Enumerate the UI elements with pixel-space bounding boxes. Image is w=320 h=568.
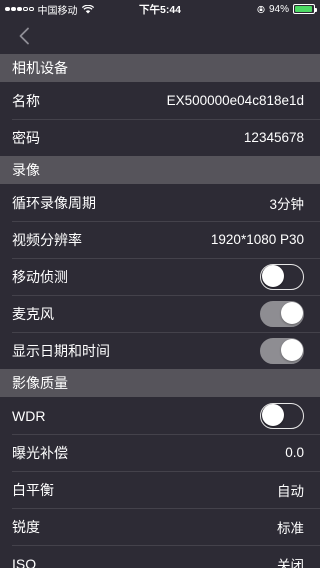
motion-detection-toggle[interactable] <box>260 263 304 290</box>
video-resolution-value: 1920*1080 P30 <box>210 232 304 247</box>
row-password[interactable]: 密码 12345678 <box>0 119 320 156</box>
sharpness-value: 标准 <box>277 520 304 536</box>
chevron-left-icon <box>19 27 29 45</box>
exposure-compensation-value: 0.0 <box>285 445 304 460</box>
toggle-knob <box>280 339 303 361</box>
settings-screen: 中国移动 下午5:44 94% 相机设备 名称 EX500000e04c818e… <box>0 0 320 568</box>
exposure-compensation-label: 曝光补偿 <box>12 444 68 461</box>
section-header-recording: 录像 <box>0 156 320 184</box>
row-motion-detection: 移动侦测 <box>0 258 320 295</box>
password-value: 12345678 <box>243 130 304 145</box>
battery-percent: 94% <box>268 3 289 15</box>
wifi-icon <box>81 4 94 13</box>
row-exposure-compensation[interactable]: 曝光补偿 0.0 <box>0 434 320 471</box>
nav-bar <box>0 18 320 54</box>
video-resolution-label: 视频分辨率 <box>12 231 82 248</box>
loop-recording-value: 3分钟 <box>269 196 304 212</box>
white-balance-label: 白平衡 <box>12 481 54 498</box>
battery-icon <box>293 4 317 14</box>
show-datetime-label: 显示日期和时间 <box>12 342 110 359</box>
signal-strength-icon <box>5 6 34 12</box>
battery-level-fill <box>295 6 312 12</box>
iso-value: 关闭 <box>277 557 304 568</box>
row-loop-recording[interactable]: 循环录像周期 3分钟 <box>0 184 320 221</box>
toggle-knob <box>261 265 284 287</box>
microphone-label: 麦克风 <box>12 305 54 322</box>
carrier-name: 中国移动 <box>37 5 78 17</box>
iso-label: ISO <box>12 555 37 568</box>
row-white-balance[interactable]: 白平衡 自动 <box>0 471 320 508</box>
wdr-toggle[interactable] <box>260 402 304 429</box>
status-left: 中国移动 <box>5 2 94 17</box>
back-button[interactable] <box>18 24 42 48</box>
row-sharpness[interactable]: 锐度 标准 <box>0 508 320 545</box>
row-video-resolution[interactable]: 视频分辨率 1920*1080 P30 <box>0 221 320 258</box>
password-label: 密码 <box>12 129 40 146</box>
status-right: 94% <box>257 3 317 15</box>
orientation-lock-icon <box>257 5 265 13</box>
wdr-label: WDR <box>12 407 46 424</box>
row-wdr: WDR <box>0 397 320 434</box>
status-bar: 中国移动 下午5:44 94% <box>0 0 320 18</box>
microphone-toggle[interactable] <box>260 300 304 327</box>
toggle-knob <box>261 404 284 426</box>
loop-recording-label: 循环录像周期 <box>12 194 96 211</box>
section-header-camera: 相机设备 <box>0 54 320 82</box>
row-iso[interactable]: ISO 关闭 <box>0 545 320 568</box>
motion-detection-label: 移动侦测 <box>12 268 68 285</box>
toggle-knob <box>280 302 303 324</box>
row-device-name[interactable]: 名称 EX500000e04c818e1d <box>0 82 320 119</box>
device-name-label: 名称 <box>12 92 40 109</box>
show-datetime-toggle[interactable] <box>260 337 304 364</box>
sharpness-label: 锐度 <box>12 518 40 535</box>
device-name-value: EX500000e04c818e1d <box>166 93 304 108</box>
row-show-datetime: 显示日期和时间 <box>0 332 320 369</box>
section-header-image-quality: 影像质量 <box>0 369 320 397</box>
white-balance-value: 自动 <box>277 483 304 499</box>
row-microphone: 麦克风 <box>0 295 320 332</box>
